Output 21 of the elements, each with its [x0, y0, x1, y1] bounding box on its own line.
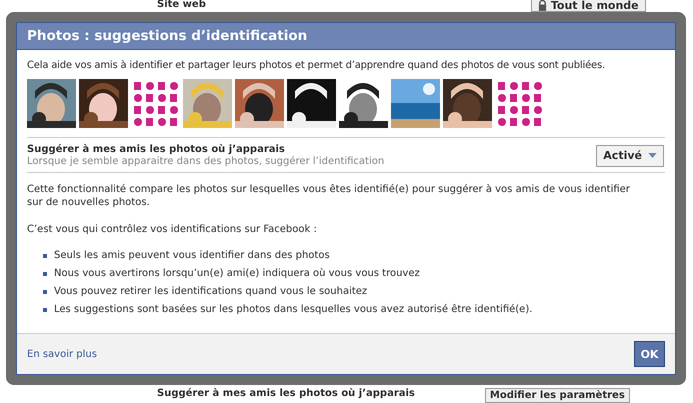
intro-text: Cela aide vos amis à identifier et partager leurs photos et permet d’apprendre quand des photos de vous sont publiées.: [27, 60, 606, 71]
list-item: Seuls les amis peuvent vous identifier dans des photos: [54, 250, 330, 262]
list-heading: C’est vous qui contrôlez vos identifications sur Facebook :: [27, 223, 318, 236]
explanation-text: Cette fonctionnalité compare les photos sur lesquelles vous êtes identifié(e) pour suggérer à vos amis de vous identifier sur de nouvelles photos.: [27, 183, 631, 209]
list-item: Les suggestions sont basées sur les photos dans lesquelles vous avez autorisé être identifié(e).: [54, 304, 532, 316]
bullet-icon: [43, 254, 47, 258]
audience-button[interactable]: Tout le monde: [530, 0, 646, 12]
caret-icon: [648, 153, 657, 158]
setting-title: Suggérer à mes amis les photos où j’apparais: [27, 144, 286, 155]
list-item: Vous pouvez retirer les identifications quand vous le souhaitez: [54, 286, 368, 298]
settings-button[interactable]: Modifier les paramètres: [484, 388, 630, 403]
list-item: Nous vous avertirons lorsqu’un(e) ami(e) indiquera où vous vous trouvez: [54, 268, 420, 280]
ok-button[interactable]: OK: [634, 341, 665, 367]
setting-description: Lorsque je semble apparaitre dans des photos, suggérer l’identification: [27, 156, 384, 167]
learn-more-link[interactable]: En savoir plus: [27, 348, 97, 360]
setting-title: Suggérer à mes amis les photos où j’apparais: [157, 388, 415, 400]
bullet-icon: [43, 308, 47, 312]
dialog-title: Photos : suggestions d’identification: [17, 23, 675, 50]
status-dropdown[interactable]: Activé: [596, 144, 664, 166]
bullet-icon: [43, 290, 47, 294]
bullet-icon: [43, 272, 47, 276]
